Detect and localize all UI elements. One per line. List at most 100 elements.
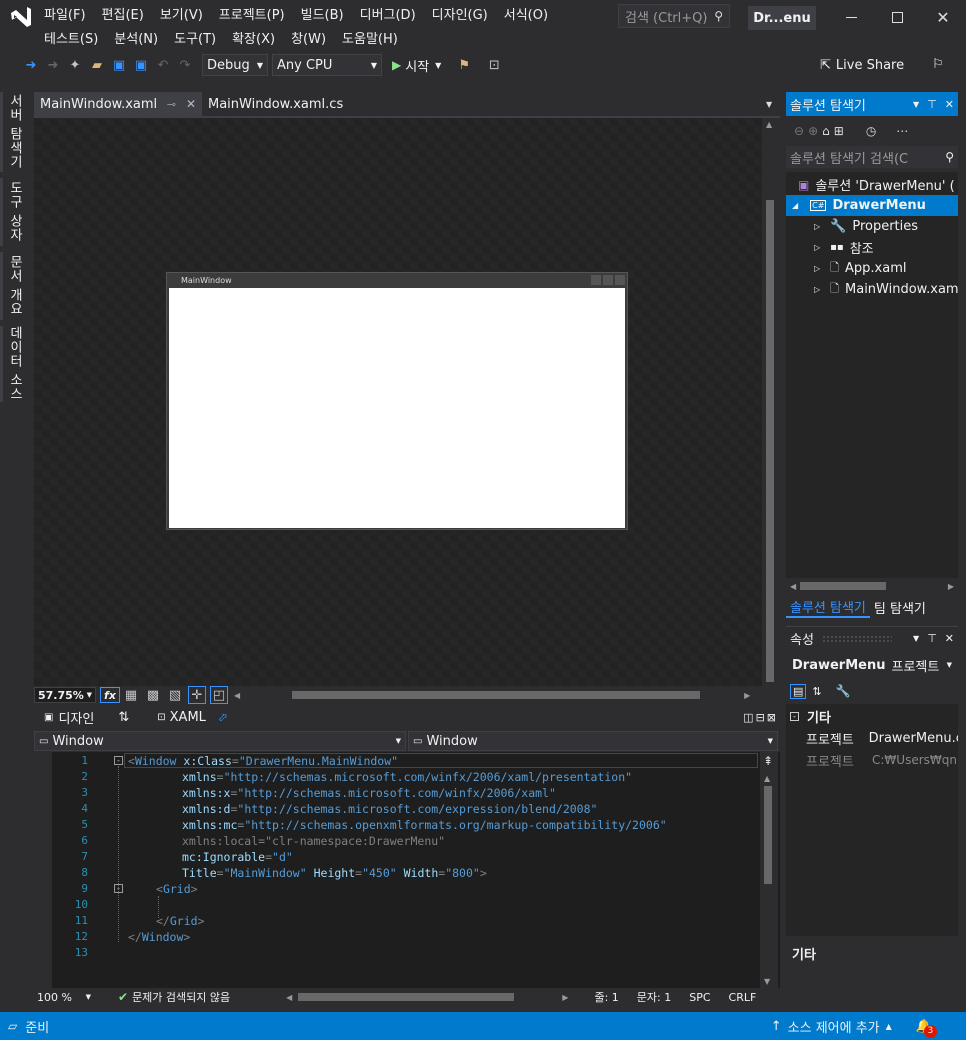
menu-tools[interactable]: 도구(T) <box>166 28 224 47</box>
category-row[interactable]: - 기타 <box>790 706 831 726</box>
config-dropdown[interactable]: Debug ▼ <box>202 54 268 76</box>
scroll-down-icon[interactable]: ▼ <box>764 977 770 986</box>
line-indicator[interactable]: 줄: 1 <box>594 989 618 1005</box>
split-editor-icon[interactable]: ⇞ <box>763 754 773 768</box>
xaml-toolbar-icon[interactable]: ⊡ <box>485 56 503 74</box>
editor-zoom-dropdown[interactable]: 100 % ▼ <box>34 989 94 1005</box>
menu-file[interactable]: 파일(F) <box>36 4 94 23</box>
solution-explorer-header[interactable]: 솔루션 탐색기 ▼ ⊤ ✕ <box>786 92 958 116</box>
save-icon[interactable]: ▣ <box>110 56 128 74</box>
menu-edit[interactable]: 편집(E) <box>94 4 152 23</box>
property-pages-icon[interactable]: 🔧 <box>836 684 851 698</box>
editor-vscroll-thumb[interactable] <box>764 786 772 884</box>
home-icon[interactable]: ⌂ <box>822 124 830 138</box>
editor-vscroll[interactable]: ⇞ ▲ ▼ <box>760 752 778 988</box>
editor-hscroll[interactable] <box>296 990 560 1004</box>
tree-item-app-xaml[interactable]: ▷ 🗋 App.xaml <box>786 258 906 279</box>
source-control-button[interactable]: ↑ 소스 제어에 추가 ▲ <box>771 1017 892 1036</box>
forward-icon[interactable]: ⊕ <box>808 124 818 138</box>
forward-icon[interactable]: ➜ <box>44 56 62 74</box>
properties-header[interactable]: 속성 ▼ ⊤ ✕ <box>786 626 958 650</box>
designer-hscroll[interactable] <box>244 688 740 702</box>
search-box[interactable]: 검색 (Ctrl+Q) ⚲ <box>618 4 730 28</box>
horizontal-split-icon[interactable]: ⊟ <box>756 711 765 724</box>
collapse-pane-icon[interactable]: ⊠ <box>767 711 776 724</box>
solution-search-box[interactable]: 솔루션 탐색기 검색(C ⚲ <box>786 146 958 168</box>
tab-data-sources[interactable]: 데이터 소스 <box>0 326 26 402</box>
tab-server-explorer[interactable]: 서버 탐색기 <box>0 92 26 172</box>
hot-reload-icon[interactable]: ⚑ <box>455 56 473 74</box>
scroll-up-icon[interactable]: ▲ <box>766 120 772 129</box>
tree-item-mainwindow-xaml[interactable]: ▷ 🗋 MainWindow.xaml <box>786 279 958 300</box>
whitespace-indicator[interactable]: SPC <box>689 991 710 1004</box>
properties-object-selector[interactable]: DrawerMenu 프로젝트 ▼ <box>786 654 958 676</box>
solution-hscroll[interactable]: ◀ ▶ <box>786 578 958 594</box>
fold-icon-line1[interactable]: - <box>114 756 123 765</box>
pin-icon[interactable]: ⊤ <box>927 98 937 111</box>
nav-right-dropdown[interactable]: ▭ Window ▼ <box>408 731 778 751</box>
tree-item-properties[interactable]: ▷ 🔧 Properties <box>786 216 918 237</box>
scroll-left-icon[interactable]: ◀ <box>790 582 796 591</box>
tab-toolbox[interactable]: 도구 상자 <box>0 178 26 246</box>
fx-button[interactable]: fx <box>100 687 120 703</box>
new-project-icon[interactable]: ✦ <box>66 56 84 74</box>
close-pane-icon[interactable]: ✕ <box>945 98 954 111</box>
menu-build[interactable]: 빌드(B) <box>293 4 352 23</box>
editor-hscroll-thumb[interactable] <box>298 993 515 1001</box>
design-window-preview[interactable]: MainWindow <box>166 272 628 530</box>
scroll-right-icon[interactable]: ▶ <box>948 582 954 591</box>
categorized-icon[interactable]: ▤ <box>790 683 807 699</box>
doc-tab-mainwindow-xaml[interactable]: MainWindow.xaml ⊸ ✕ <box>34 92 202 116</box>
grid-icon[interactable]: ▦ <box>122 686 140 704</box>
open-folder-icon[interactable]: ▰ <box>88 56 106 74</box>
project-code-icon[interactable]: ◰ <box>210 686 228 704</box>
more-icon[interactable]: ⋯ <box>896 124 908 138</box>
tree-item-project[interactable]: ◢ C# DrawerMenu <box>786 195 958 216</box>
snap-grid-icon[interactable]: ▩ <box>144 686 162 704</box>
save-all-icon[interactable]: ▣ <box>132 56 150 74</box>
scroll-up-icon[interactable]: ▲ <box>764 774 770 783</box>
back-icon[interactable]: ➜ <box>22 56 40 74</box>
solution-hscroll-thumb[interactable] <box>800 582 887 590</box>
artboard-icon[interactable]: ▧ <box>166 686 184 704</box>
popout-xaml-icon[interactable]: ⬀ <box>218 710 228 724</box>
maximize-button[interactable] <box>880 4 914 30</box>
output-icon[interactable]: ▱ <box>8 1019 17 1033</box>
minimize-button[interactable] <box>834 4 868 30</box>
alphabetical-icon[interactable]: ⇅ <box>812 685 821 698</box>
switch-views-icon[interactable]: ⊞ <box>834 124 844 138</box>
menu-help[interactable]: 도움말(H) <box>334 28 406 47</box>
designer-vscroll-thumb[interactable] <box>766 200 774 682</box>
property-row[interactable]: 프로젝트 DrawerMenu.c <box>806 728 958 748</box>
pin-icon[interactable]: ⊸ <box>167 98 176 111</box>
start-button[interactable]: ▶ 시작 ▼ <box>392 54 441 76</box>
snap-lines-icon[interactable]: ✛ <box>188 686 206 704</box>
vertical-split-icon[interactable]: ◫ <box>743 711 753 724</box>
issues-status[interactable]: 문제가 검색되지 않음 <box>132 989 230 1005</box>
swap-panes-button[interactable]: ⇅ <box>118 710 129 725</box>
designer-hscroll-thumb[interactable] <box>292 691 701 699</box>
pin-icon[interactable]: ⊤ <box>927 632 937 645</box>
zoom-dropdown[interactable]: 57.75% ▼ <box>34 687 96 703</box>
menu-design[interactable]: 디자인(G) <box>424 4 496 23</box>
column-indicator[interactable]: 문자: 1 <box>637 989 671 1005</box>
feedback-icon[interactable]: ⚐ <box>928 54 948 74</box>
window-menu-icon[interactable]: ▼ <box>913 634 919 643</box>
menu-window[interactable]: 창(W) <box>283 28 334 47</box>
undo-icon[interactable]: ↶ <box>154 56 172 74</box>
live-share-button[interactable]: ⇱ Live Share <box>820 55 904 75</box>
tab-document-outline[interactable]: 문서 개요 <box>0 252 26 320</box>
design-window-client[interactable] <box>169 288 625 528</box>
close-button[interactable]: ✕ <box>926 4 960 30</box>
platform-dropdown[interactable]: Any CPU ▼ <box>272 54 382 76</box>
window-menu-icon[interactable]: ▼ <box>913 100 919 109</box>
doc-tab-mainwindow-xaml-cs[interactable]: MainWindow.xaml.cs <box>204 92 347 116</box>
menu-view[interactable]: 보기(V) <box>152 4 211 23</box>
back-icon[interactable]: ⊖ <box>794 124 804 138</box>
menu-format[interactable]: 서식(O) <box>496 4 556 23</box>
menu-extensions[interactable]: 확장(X) <box>224 28 283 47</box>
tab-design[interactable]: ▣ 디자인 <box>34 705 104 729</box>
tab-solution-explorer[interactable]: 솔루션 탐색기 <box>786 597 870 618</box>
menu-test[interactable]: 테스트(S) <box>36 28 106 47</box>
tab-xaml[interactable]: ⊡ XAML <box>151 705 212 729</box>
